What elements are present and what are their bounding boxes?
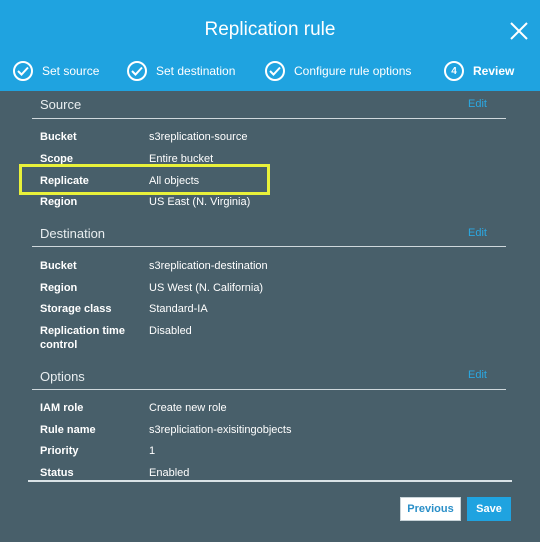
field-label: Bucket: [40, 260, 77, 272]
field-value: Disabled: [149, 325, 192, 337]
field-value: s3repliciation-exisitingobjects: [149, 424, 292, 436]
check-icon: [265, 61, 285, 81]
field-value: US East (N. Virginia): [149, 196, 251, 208]
step-set-destination[interactable]: Set destination: [127, 60, 235, 82]
step-label: Set source: [42, 64, 100, 78]
divider: [32, 246, 506, 247]
step-number: 4: [444, 61, 464, 81]
field-value: Standard-IA: [149, 303, 208, 315]
field-label: Replication time control: [40, 325, 125, 351]
field-value: s3replication-destination: [149, 260, 268, 272]
field-label: Region: [40, 196, 78, 208]
field-label: Rule name: [40, 424, 96, 436]
step-set-source[interactable]: Set source: [13, 60, 99, 82]
save-button[interactable]: Save: [467, 497, 511, 521]
field-value: Enabled: [149, 467, 190, 479]
section-title-destination: Destination: [40, 226, 106, 241]
step-review[interactable]: 4 Review: [444, 60, 514, 82]
step-label: Review: [473, 64, 515, 78]
field-value: s3replication-source: [149, 131, 248, 143]
field-value: Create new role: [149, 402, 227, 414]
field-label: Status: [40, 467, 74, 479]
divider: [32, 118, 506, 119]
previous-button[interactable]: Previous: [400, 497, 461, 521]
field-label: Storage class: [40, 303, 112, 315]
field-label: Bucket: [40, 131, 77, 143]
close-icon[interactable]: [508, 20, 530, 42]
section-title-options: Options: [40, 369, 85, 384]
field-value: US West (N. California): [149, 282, 264, 294]
field-label: IAM role: [40, 402, 84, 414]
field-label: Priority: [40, 445, 79, 457]
dialog-header: Replication rule Set source Set destinat…: [0, 0, 540, 91]
field-value: 1: [149, 445, 156, 457]
check-icon: [13, 61, 33, 81]
step-configure-rule-options[interactable]: Configure rule options: [265, 60, 411, 82]
section-title-source: Source: [40, 97, 82, 112]
field-label: Region: [40, 282, 78, 294]
footer-divider: [28, 480, 512, 482]
step-label: Configure rule options: [294, 64, 412, 78]
check-icon: [127, 61, 147, 81]
edit-destination-link[interactable]: Edit: [468, 227, 487, 239]
step-label: Set destination: [156, 64, 236, 78]
highlight-box: [19, 164, 270, 195]
edit-options-link[interactable]: Edit: [468, 369, 487, 381]
dialog-title: Replication rule: [204, 19, 336, 40]
divider: [32, 389, 506, 390]
edit-source-link[interactable]: Edit: [468, 98, 487, 110]
